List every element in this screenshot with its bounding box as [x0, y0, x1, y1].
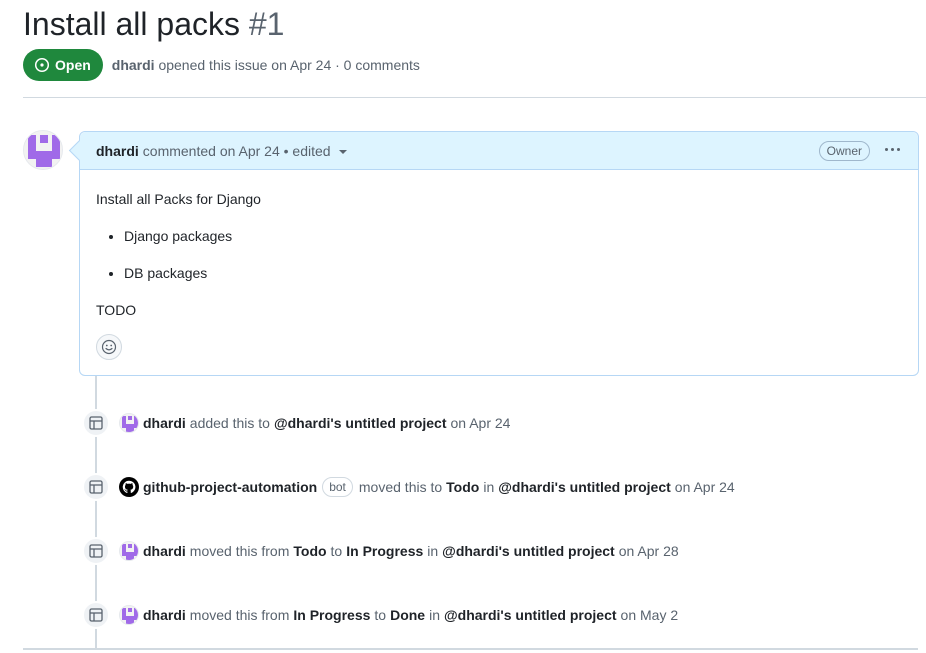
issue-opened-text: opened this issue on Apr 24 · 0 comments — [158, 57, 420, 73]
event-date[interactable]: on Apr 24 — [675, 479, 735, 495]
event-column-to: Done — [390, 607, 426, 623]
smiley-icon — [101, 339, 117, 355]
event-date[interactable]: on May 2 — [621, 607, 679, 623]
event-text: moved this from — [189, 607, 290, 623]
avatar[interactable] — [119, 605, 139, 625]
bot-badge: bot — [322, 477, 353, 497]
open-state-badge: Open — [23, 49, 103, 81]
event-column: Todo — [446, 479, 480, 495]
project-table-icon — [82, 537, 110, 565]
issue-number: #1 — [248, 6, 285, 42]
comment-author-avatar[interactable] — [23, 130, 63, 170]
event-text: moved this to — [358, 479, 443, 495]
issue-state-row: Open dhardi opened this issue on Apr 24 … — [23, 49, 420, 81]
comment-footer: TODO — [96, 302, 137, 318]
comment-header: dhardi commented on Apr 24 • edited Owne… — [80, 132, 918, 170]
header-divider — [23, 97, 926, 98]
issue-meta: dhardi opened this issue on Apr 24 · 0 c… — [112, 57, 420, 73]
kebab-horizontal-icon[interactable] — [885, 148, 900, 151]
comment-author-link[interactable]: dhardi — [96, 143, 139, 159]
event-actor-link[interactable]: dhardi — [143, 607, 186, 623]
github-mark-icon[interactable] — [119, 477, 139, 497]
open-state-label: Open — [55, 57, 91, 73]
project-table-icon — [82, 473, 110, 501]
avatar[interactable] — [119, 413, 139, 433]
event-text-to: to — [330, 543, 343, 559]
issue-title: Install all packs #1 — [23, 2, 284, 46]
event-date[interactable]: on Apr 28 — [619, 543, 679, 559]
event-date[interactable]: on Apr 24 — [451, 415, 511, 431]
project-table-icon — [82, 409, 110, 437]
event-text-in: in — [429, 607, 440, 623]
event-text: moved this from — [189, 543, 290, 559]
edit-history-caret-icon[interactable] — [338, 149, 347, 154]
issue-author-link[interactable]: dhardi — [112, 57, 155, 73]
list-item: Django packages — [124, 226, 902, 246]
event-actor-link[interactable]: dhardi — [143, 415, 186, 431]
event-project-link[interactable]: @dhardi's untitled project — [444, 607, 617, 623]
event-column-from: In Progress — [293, 607, 371, 623]
timeline-event: dhardi added this to @dhardi's untitled … — [82, 409, 510, 437]
event-project-link[interactable]: @dhardi's untitled project — [442, 543, 615, 559]
event-column-from: Todo — [293, 543, 327, 559]
event-actor-link[interactable]: dhardi — [143, 543, 186, 559]
avatar[interactable] — [119, 541, 139, 561]
comment-list: Django packages DB packages — [96, 226, 902, 283]
comment-meta[interactable]: commented on Apr 24 • edited — [143, 143, 331, 159]
event-text-to: to — [374, 607, 387, 623]
identicon-avatar — [24, 131, 62, 169]
event-text: added this to — [189, 415, 270, 431]
issue-title-text: Install all packs — [23, 6, 240, 42]
timeline-divider — [23, 648, 918, 650]
comment-body: Install all Packs for Django Django pack… — [80, 170, 918, 320]
event-text-in: in — [427, 543, 439, 559]
issue-comment: dhardi commented on Apr 24 • edited Owne… — [79, 131, 919, 376]
event-project-link[interactable]: @dhardi's untitled project — [274, 415, 447, 431]
project-table-icon — [82, 601, 110, 629]
event-column-to: In Progress — [346, 543, 424, 559]
event-actor-link[interactable]: github-project-automation — [143, 479, 317, 495]
event-project-link[interactable]: @dhardi's untitled project — [498, 479, 671, 495]
timeline-event: dhardi moved this from Todo to In Progre… — [82, 537, 679, 565]
list-item: DB packages — [124, 263, 902, 283]
comment-intro: Install all Packs for Django — [96, 191, 261, 207]
issue-opened-icon — [34, 57, 50, 73]
timeline-event: dhardi moved this from In Progress to Do… — [82, 601, 678, 629]
event-text-in: in — [483, 479, 495, 495]
owner-badge: Owner — [818, 141, 870, 161]
add-reaction-button[interactable] — [96, 334, 122, 360]
timeline-event: github-project-automation bot moved this… — [82, 473, 735, 501]
